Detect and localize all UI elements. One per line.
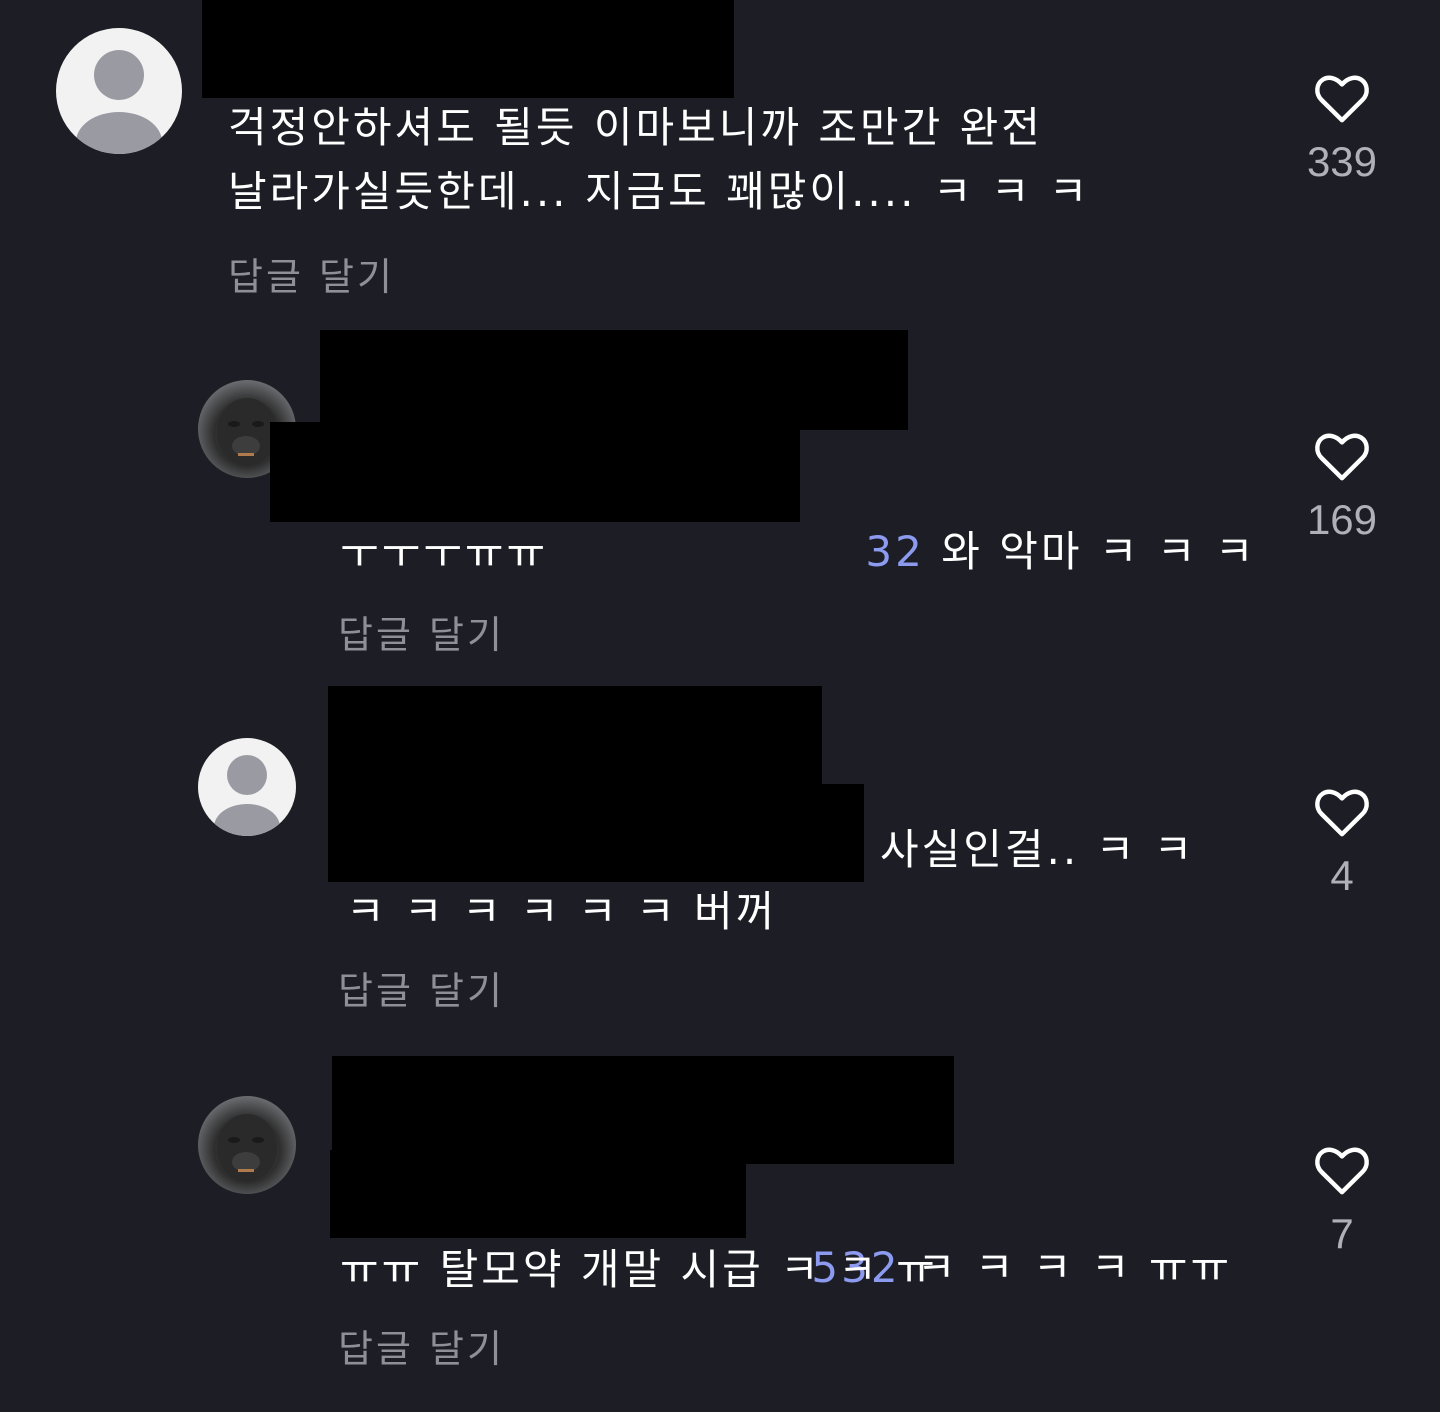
comment-1: 걱정안하셔도 될듯 이마보니까 조만간 완전 날라가실듯한데... 지금도 꽤많… bbox=[0, 0, 1440, 320]
comment-text-line-2: 날라가실듯한데... 지금도 꽤많이.... ㅋ ㅋ ㅋ bbox=[228, 167, 1091, 216]
like-count: 7 bbox=[1330, 1210, 1354, 1257]
like-button[interactable]: 339 bbox=[1282, 72, 1402, 186]
comment-text: ㅋ ㅋ ㅋ ㅋ ㅠㅠ bbox=[900, 1243, 1233, 1292]
reply-button[interactable]: 답글 달기 bbox=[338, 604, 505, 659]
redacted-username bbox=[328, 686, 822, 790]
redacted-mention bbox=[330, 1150, 746, 1238]
user-avatar[interactable] bbox=[198, 738, 296, 836]
heart-outline-icon bbox=[1315, 75, 1369, 123]
redacted-mention bbox=[328, 784, 864, 882]
like-button[interactable]: 7 bbox=[1282, 1144, 1402, 1258]
comment-text-line-2: ㅠㅠ 탈모약 개말 시급 ㅋ ㅋ ㅠ bbox=[340, 1245, 938, 1294]
reply-button[interactable]: 답글 달기 bbox=[338, 960, 505, 1015]
comment-text-line-1: 사실인걸.. ㅋ ㅋ bbox=[880, 825, 1196, 874]
redacted-mention bbox=[270, 422, 800, 522]
comment-3: 사실인걸.. ㅋ ㅋ ㅋ ㅋ ㅋ ㅋ ㅋ ㅋ 버꺼 답글 달기 4 bbox=[0, 680, 1440, 1040]
comment-2: 32 와 악마 ㅋ ㅋ ㅋ ㅜㅜㅜㅠㅠ 답글 달기 169 bbox=[0, 320, 1440, 680]
heart-outline-icon bbox=[1315, 433, 1369, 481]
comment-text: 와 악마 ㅋ ㅋ ㅋ bbox=[924, 527, 1257, 576]
like-count: 4 bbox=[1330, 852, 1354, 899]
reply-button[interactable]: 답글 달기 bbox=[338, 1318, 505, 1373]
gorilla-face-icon bbox=[217, 1114, 277, 1182]
like-button[interactable]: 4 bbox=[1282, 786, 1402, 900]
like-count: 169 bbox=[1306, 496, 1378, 543]
heart-outline-icon bbox=[1315, 1147, 1369, 1195]
heart-outline-icon bbox=[1315, 789, 1369, 837]
mention-link[interactable]: 32 bbox=[865, 527, 924, 576]
comment-4: 532 ㅋ ㅋ ㅋ ㅋ ㅠㅠ ㅠㅠ 탈모약 개말 시급 ㅋ ㅋ ㅠ 답글 달기 … bbox=[0, 1040, 1440, 1412]
comment-text-line-2: ㅋ ㅋ ㅋ ㅋ ㅋ ㅋ 버꺼 bbox=[346, 887, 778, 936]
comment-text-line-1: 걱정안하셔도 될듯 이마보니까 조만간 완전 bbox=[228, 103, 1043, 152]
comment-text-line-1: 32 와 악마 ㅋ ㅋ ㅋ bbox=[800, 456, 1256, 648]
redacted-username bbox=[320, 330, 908, 430]
comment-text-line-2: ㅜㅜㅜㅠㅠ bbox=[340, 529, 549, 578]
like-count: 339 bbox=[1306, 138, 1378, 185]
reply-button[interactable]: 답글 달기 bbox=[228, 246, 395, 301]
redacted-username bbox=[202, 0, 734, 98]
like-button[interactable]: 169 bbox=[1282, 430, 1402, 544]
user-avatar[interactable] bbox=[56, 28, 182, 154]
redacted-username bbox=[332, 1056, 954, 1164]
user-avatar[interactable] bbox=[198, 1096, 296, 1194]
